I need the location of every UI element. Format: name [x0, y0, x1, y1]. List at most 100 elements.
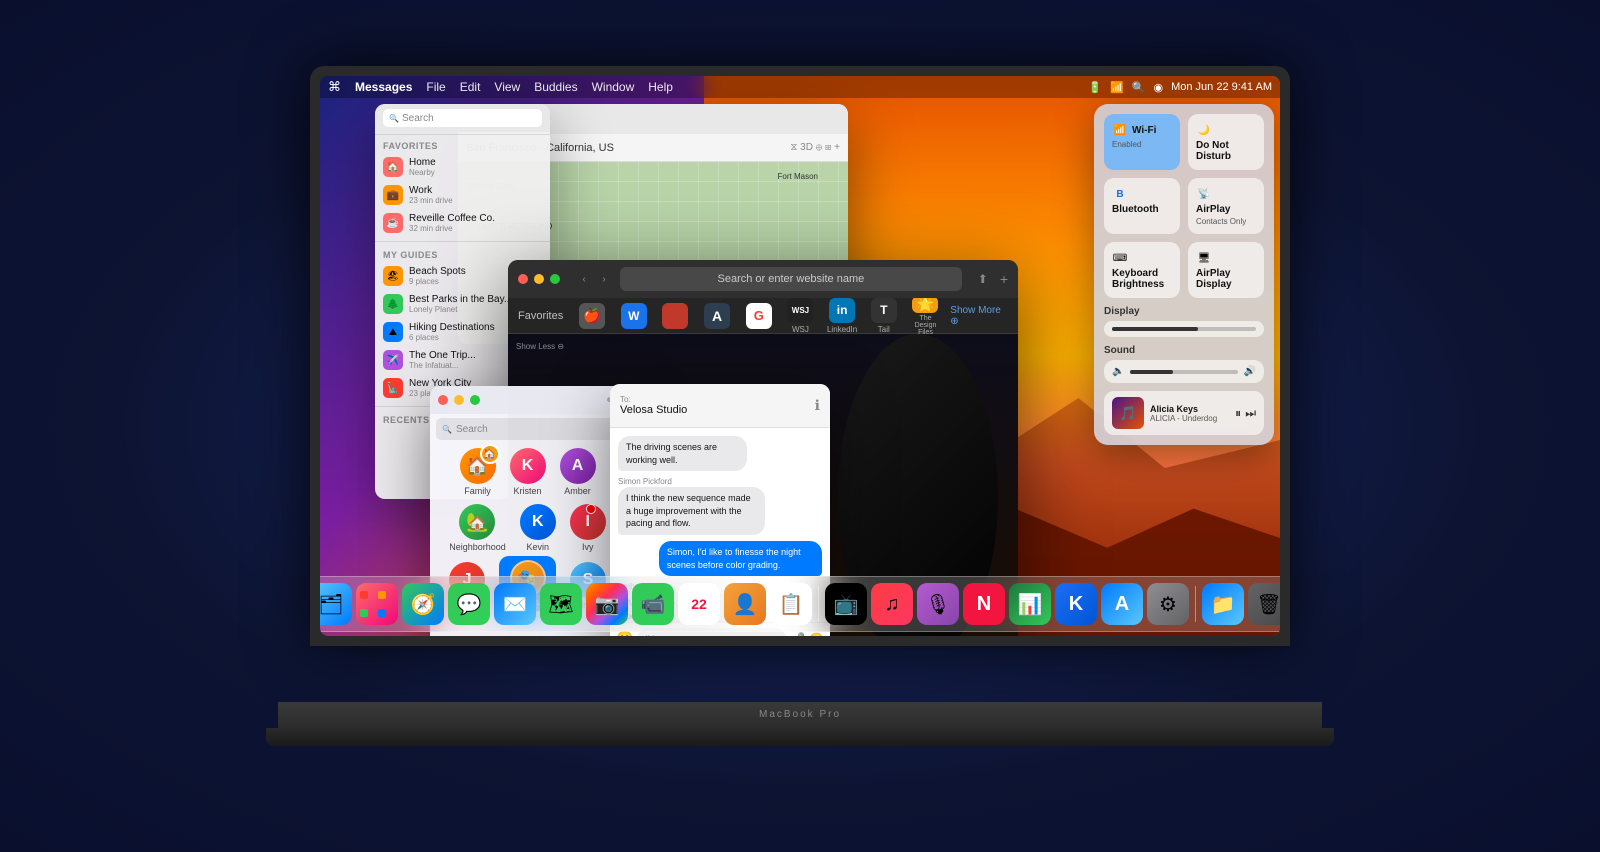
- sound-slider[interactable]: [1130, 370, 1237, 374]
- menu-help[interactable]: Help: [648, 80, 673, 94]
- menu-window[interactable]: Window: [592, 80, 635, 94]
- dock-contacts[interactable]: 👤: [724, 583, 766, 625]
- fav-icon-font: A: [704, 303, 730, 329]
- audio-btn[interactable]: 🎤: [790, 632, 805, 637]
- cc-kb-tile[interactable]: ⌨ Keyboard Brightness: [1104, 242, 1180, 298]
- cc-wifi-tile[interactable]: 📶 Wi-Fi Enabled: [1104, 114, 1180, 170]
- menu-file[interactable]: File: [426, 80, 445, 94]
- msg1-bubble: The driving scenes are working well.: [618, 436, 747, 471]
- cc-apd-header: 🖥: [1196, 250, 1256, 266]
- messages-min[interactable]: [454, 395, 464, 405]
- siri-icon[interactable]: ◉: [1153, 81, 1163, 94]
- dock-podcasts[interactable]: 🎙: [917, 583, 959, 625]
- menu-buddies[interactable]: Buddies: [534, 80, 577, 94]
- dock-facetime[interactable]: 📹: [632, 583, 674, 625]
- dock-finder[interactable]: 🗂: [320, 583, 352, 625]
- dock-music[interactable]: ♫: [871, 583, 913, 625]
- messages-max[interactable]: [470, 395, 480, 405]
- safari-url-bar[interactable]: Search or enter website name: [620, 267, 962, 291]
- safari-back[interactable]: ‹: [576, 271, 592, 287]
- cc-airplay-tile[interactable]: 📡 AirPlay Contacts Only: [1188, 178, 1264, 234]
- chat-info-btn[interactable]: ℹ: [815, 397, 820, 414]
- wifi-sub: Enabled: [1112, 140, 1172, 149]
- home-icon: 🏠: [383, 157, 403, 177]
- fav-red[interactable]: [659, 298, 693, 334]
- fav-apple[interactable]: 🍎: [575, 298, 609, 334]
- fav-google[interactable]: G: [742, 298, 776, 334]
- dock-messages[interactable]: 💬: [448, 583, 490, 625]
- fav-appstore[interactable]: W: [617, 298, 651, 334]
- sidebar-item-coffee[interactable]: ☕ Reveille Coffee Co. 32 min drive: [375, 209, 550, 237]
- dock-files[interactable]: 📁: [1202, 583, 1244, 625]
- cc-apdisplay-tile[interactable]: 🖥 AirPlay Display: [1188, 242, 1264, 298]
- menu-view[interactable]: View: [494, 80, 520, 94]
- dock-maps[interactable]: 🗺: [540, 583, 582, 625]
- parks-sub: Lonely Planet: [409, 305, 512, 314]
- hiking-name: Hiking Destinations: [409, 322, 495, 333]
- cc-playback-controls: ⏸ ⏭: [1235, 406, 1256, 421]
- contact-family[interactable]: 🏠 🏠 Family: [460, 448, 496, 496]
- apd-title: AirPlay Display: [1196, 268, 1256, 290]
- dock-news[interactable]: N: [963, 583, 1005, 625]
- dock-trash[interactable]: 🗑: [1248, 583, 1280, 625]
- apple-menu[interactable]: ⌘: [328, 79, 341, 95]
- dock-tv[interactable]: 📺: [825, 583, 867, 625]
- show-less-btn[interactable]: Show Less ⊖: [516, 342, 564, 351]
- dock-keynote[interactable]: K: [1055, 583, 1097, 625]
- contact-kristen[interactable]: K Kristen: [510, 448, 546, 496]
- dock-mail[interactable]: ✉️: [494, 583, 536, 625]
- home-name: Home: [409, 157, 436, 168]
- active-app[interactable]: Messages: [355, 80, 412, 94]
- cc-grid: 📶 Wi-Fi Enabled 🌙 Do Not Disturb: [1104, 114, 1264, 298]
- dock-sysprefs[interactable]: ⚙: [1147, 583, 1189, 625]
- display-slider[interactable]: [1112, 327, 1256, 331]
- contact-neighborhood[interactable]: 🏡 Neighborhood: [449, 504, 506, 552]
- fav-icon-google: G: [746, 303, 772, 329]
- next-btn[interactable]: ⏭: [1245, 406, 1256, 421]
- menu-edit[interactable]: Edit: [460, 80, 481, 94]
- emoji-picker-btn[interactable]: 😊: [809, 632, 824, 637]
- dock-numbers[interactable]: 📊: [1009, 583, 1051, 625]
- favorites-section-title: Favorites: [375, 137, 550, 153]
- dock-appstore[interactable]: A: [1101, 583, 1143, 625]
- dock-safari[interactable]: 🧭: [402, 583, 444, 625]
- display-section-title: Display: [1104, 306, 1264, 317]
- sidebar-item-work[interactable]: 💼 Work 23 min drive: [375, 181, 550, 209]
- safari-max[interactable]: [550, 274, 560, 284]
- volume-high-icon: 🔊: [1244, 366, 1256, 377]
- safari-share[interactable]: ⬆: [978, 272, 988, 286]
- cc-bluetooth-tile[interactable]: B Bluetooth: [1104, 178, 1180, 234]
- contact-amber[interactable]: A Amber: [560, 448, 596, 496]
- fav-design[interactable]: 🌟 The Design Files: [909, 298, 943, 334]
- chat-to-label: To: Velosa Studio: [620, 395, 687, 416]
- messages-close[interactable]: [438, 395, 448, 405]
- messages-search-bar[interactable]: 🔍 Search: [436, 418, 619, 440]
- ivy-label: Ivy: [582, 542, 594, 552]
- wifi-icon[interactable]: 📶: [1110, 81, 1124, 94]
- sound-section-title: Sound: [1104, 345, 1264, 356]
- macbook-foot: [266, 728, 1334, 746]
- fav-font[interactable]: A: [700, 298, 734, 334]
- cc-dnd-tile[interactable]: 🌙 Do Not Disturb: [1188, 114, 1264, 170]
- search-icon[interactable]: 🔍: [1132, 81, 1146, 94]
- dock-reminders[interactable]: 📋: [770, 583, 812, 625]
- fav-wsj[interactable]: WSJ WSJ: [784, 298, 818, 334]
- dock-launchpad[interactable]: [356, 583, 398, 625]
- fav-tail[interactable]: T Tail: [867, 298, 901, 334]
- play-pause-btn[interactable]: ⏸: [1235, 406, 1241, 421]
- contact-kevin[interactable]: K Kevin: [520, 504, 556, 552]
- sidebar-search-field[interactable]: 🔍 Search: [383, 109, 542, 127]
- dock-photos[interactable]: 📷: [586, 583, 628, 625]
- dock-calendar[interactable]: 22: [678, 583, 720, 625]
- fav-linkedin[interactable]: in LinkedIn: [825, 298, 859, 334]
- safari-add-tab[interactable]: +: [1000, 271, 1008, 287]
- wifi-title: Wi-Fi: [1132, 125, 1156, 136]
- show-more-btn[interactable]: Show More ⊕: [950, 305, 1008, 327]
- safari-forward[interactable]: ›: [596, 271, 612, 287]
- amber-label: Amber: [564, 486, 591, 496]
- beach-sub: 9 places: [409, 277, 466, 286]
- safari-min[interactable]: [534, 274, 544, 284]
- contact-ivy[interactable]: I Ivy: [570, 504, 606, 552]
- safari-close[interactable]: [518, 274, 528, 284]
- sidebar-item-home[interactable]: 🏠 Home Nearby: [375, 153, 550, 181]
